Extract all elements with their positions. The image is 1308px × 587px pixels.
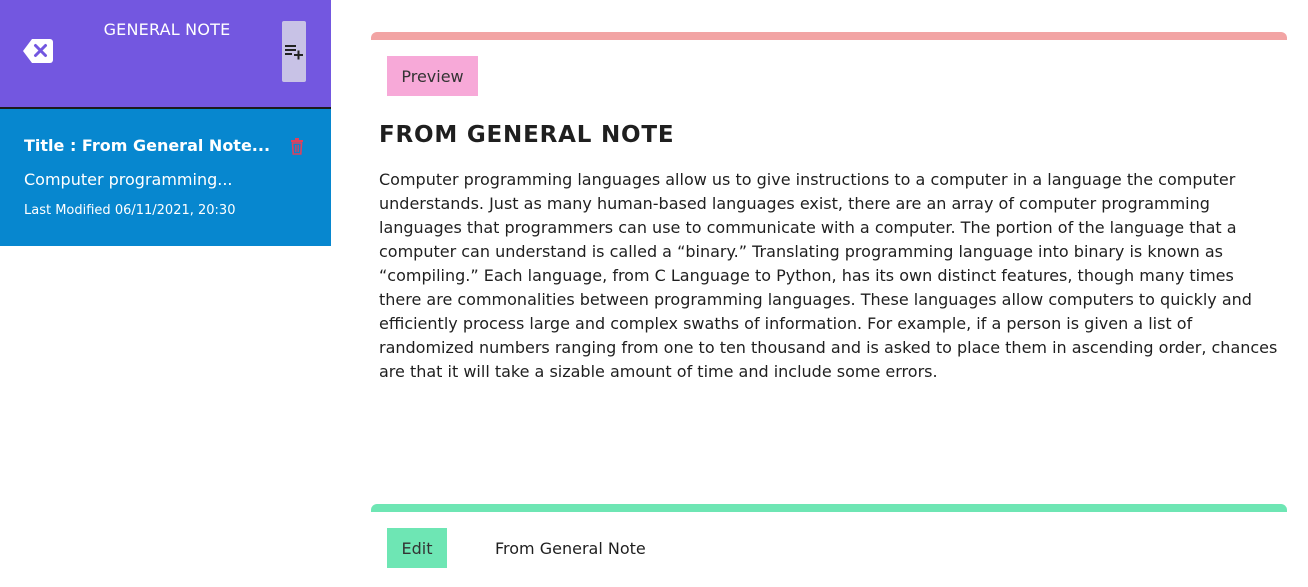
playlist-add-icon bbox=[285, 44, 303, 59]
trash-icon bbox=[291, 138, 303, 155]
sidebar-header: GENERAL NOTE bbox=[0, 0, 331, 109]
note-list-item[interactable]: Title : From General Note... Computer pr… bbox=[0, 109, 331, 246]
close-sidebar-button[interactable] bbox=[22, 37, 54, 65]
note-item-modified: Last Modified 06/11/2021, 20:30 bbox=[24, 203, 236, 218]
add-note-button[interactable] bbox=[282, 21, 306, 82]
preview-panel: Preview FROM GENERAL NOTE Computer progr… bbox=[371, 32, 1287, 500]
edit-button[interactable]: Edit bbox=[387, 528, 447, 568]
note-body: Computer programming languages allow us … bbox=[379, 170, 1278, 381]
backspace-x-icon bbox=[23, 39, 53, 63]
note-item-preview: Computer programming... bbox=[24, 170, 233, 189]
editor-panel: Edit bbox=[371, 504, 1287, 587]
note-item-title: Title : From General Note... bbox=[24, 136, 271, 155]
delete-note-button[interactable] bbox=[289, 137, 305, 155]
sidebar: GENERAL NOTE Title : From General Note..… bbox=[0, 0, 331, 587]
note-heading: FROM GENERAL NOTE bbox=[379, 122, 675, 148]
preview-button[interactable]: Preview bbox=[387, 56, 478, 96]
notes-app: GENERAL NOTE Title : From General Note..… bbox=[0, 0, 1308, 587]
note-title-input[interactable] bbox=[489, 528, 901, 568]
